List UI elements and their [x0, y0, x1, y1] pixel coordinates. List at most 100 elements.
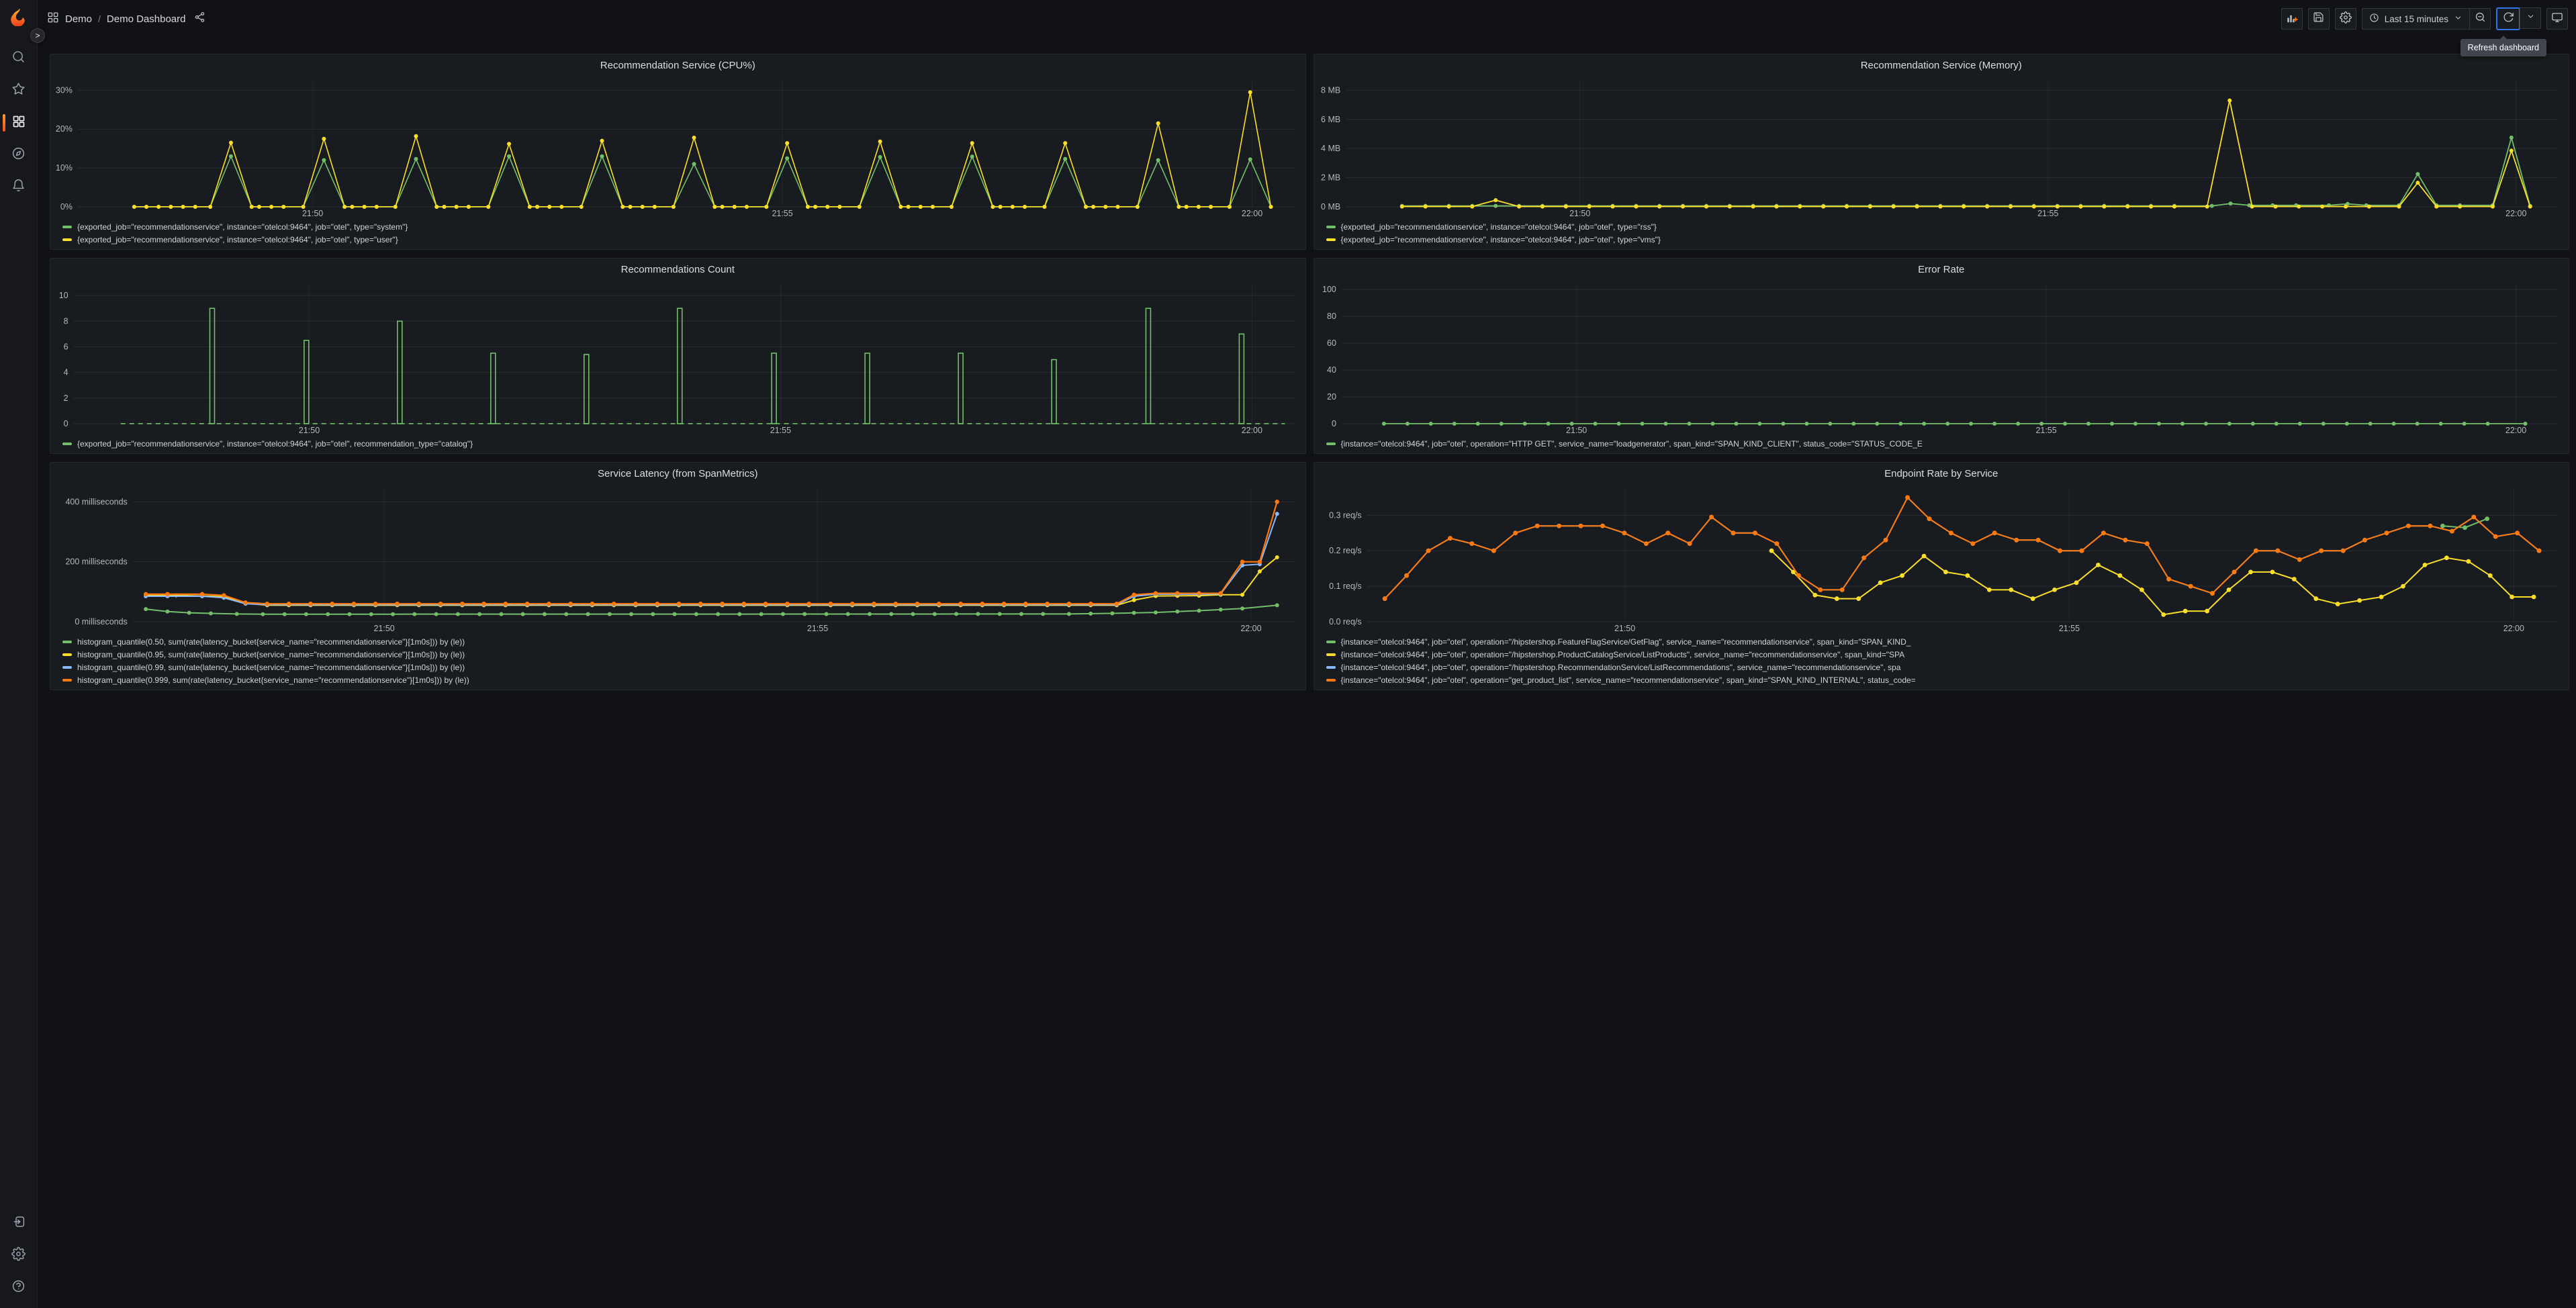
star-icon [11, 82, 26, 99]
sidebar-item-settings[interactable] [0, 1242, 38, 1269]
panel-title[interactable]: Error Rate [1317, 263, 2567, 277]
add-panel-button[interactable] [2281, 8, 2303, 30]
legend-item[interactable]: {exported_job="recommendationservice", i… [1326, 233, 2564, 246]
legend-label: histogram_quantile(0.999, sum(rate(laten… [77, 675, 469, 685]
refresh-controls [2496, 7, 2541, 30]
cycle-view-icon [2551, 11, 2563, 27]
panel-title[interactable]: Endpoint Rate by Service [1317, 467, 2567, 481]
svg-text:0.1 req/s: 0.1 req/s [1329, 581, 1362, 591]
panel-legend: {exported_job="recommendationservice", i… [53, 219, 1303, 247]
sidebar-item-dashboards[interactable] [0, 109, 38, 136]
svg-text:22:00: 22:00 [1240, 624, 1261, 633]
sidebar-item-alerting[interactable] [0, 174, 38, 201]
panel-chart[interactable]: 21:50 21:55 22:00 0 MB 2 MB 4 MB 6 MB 8 MB [1317, 73, 2567, 219]
legend-item[interactable]: {instance="otelcol:9464", job="otel", op… [1326, 648, 2564, 661]
refresh-interval-button[interactable] [2520, 7, 2541, 29]
svg-text:21:55: 21:55 [2058, 624, 2079, 633]
svg-text:20%: 20% [56, 124, 73, 134]
panel-title[interactable]: Recommendation Service (Memory) [1317, 58, 2567, 73]
apps-grid-icon [47, 11, 59, 27]
panel-grid: Recommendation Service (CPU%) 21:50 21:55 2… [50, 54, 2569, 690]
svg-text:21:50: 21:50 [1614, 624, 1635, 633]
breadcrumb-dashboard[interactable]: Demo Dashboard [107, 13, 186, 25]
legend-label: histogram_quantile(0.95, sum(rate(latenc… [77, 649, 465, 659]
svg-text:8: 8 [64, 316, 68, 326]
legend-color-chip [62, 442, 72, 445]
panel-cpu: Recommendation Service (CPU%) 21:50 21:55 2… [50, 54, 1306, 250]
svg-text:8 MB: 8 MB [1321, 85, 1340, 95]
legend-item[interactable]: {exported_job="recommendationservice", i… [62, 437, 1300, 450]
grafana-logo[interactable] [8, 6, 30, 28]
svg-text:0: 0 [64, 419, 68, 428]
svg-text:0.0 req/s: 0.0 req/s [1329, 617, 1362, 626]
sidebar-item-explore[interactable] [0, 142, 38, 169]
legend-label: {instance="otelcol:9464", job="otel", op… [1340, 662, 1901, 672]
legend-color-chip [62, 225, 72, 228]
legend-label: histogram_quantile(0.50, sum(rate(latenc… [77, 637, 465, 647]
panel-chart[interactable]: 21:50 21:55 22:00 0.0 req/s 0.1 req/s 0.2 req… [1317, 481, 2567, 634]
svg-text:22:00: 22:00 [2503, 624, 2524, 633]
clock-icon [2369, 13, 2379, 25]
share-icon[interactable] [194, 11, 205, 26]
panel-chart[interactable]: 21:50 21:55 22:00 0% 10% 20% 30% [53, 73, 1303, 219]
legend-item[interactable]: histogram_quantile(0.99, sum(rate(latenc… [62, 661, 1300, 673]
cycle-view-button[interactable] [2546, 8, 2568, 30]
svg-text:21:55: 21:55 [807, 624, 828, 633]
svg-text:10: 10 [59, 291, 68, 300]
dashboards-icon [12, 115, 26, 132]
time-range-picker[interactable]: Last 15 minutes [2361, 8, 2470, 30]
sidebar-expand-button[interactable]: > [30, 28, 45, 43]
sidebar-item-search[interactable] [0, 45, 38, 72]
svg-text:10%: 10% [56, 163, 73, 173]
svg-text:6 MB: 6 MB [1321, 115, 1340, 124]
panel-title[interactable]: Recommendations Count [53, 263, 1303, 277]
legend-item[interactable]: histogram_quantile(0.50, sum(rate(latenc… [62, 635, 1300, 648]
save-dashboard-icon [2313, 11, 2324, 26]
breadcrumb: Demo / Demo Dashboard [47, 11, 205, 27]
legend-item[interactable]: {instance="otelcol:9464", job="otel", op… [1326, 673, 2564, 686]
legend-item[interactable]: {instance="otelcol:9464", job="otel", op… [1326, 437, 2564, 450]
explore-compass-icon [11, 146, 26, 164]
panel-title[interactable]: Service Latency (from SpanMetrics) [53, 467, 1303, 481]
legend-color-chip [1326, 238, 1336, 241]
svg-text:2: 2 [64, 393, 68, 403]
breadcrumb-separator: / [98, 13, 101, 24]
legend-label: {exported_job="recommendationservice", i… [1340, 234, 1661, 244]
legend-item[interactable]: histogram_quantile(0.999, sum(rate(laten… [62, 673, 1300, 686]
legend-item[interactable]: {instance="otelcol:9464", job="otel", op… [1326, 635, 2564, 648]
legend-color-chip [1326, 225, 1336, 228]
svg-text:21:50: 21:50 [1565, 426, 1586, 435]
save-dashboard-button[interactable] [2307, 8, 2330, 30]
refresh-tooltip: Refresh dashboard [2460, 36, 2546, 56]
sidebar-item-sign-in[interactable] [0, 1210, 38, 1237]
breadcrumb-folder[interactable]: Demo [65, 13, 92, 25]
sidebar-bottom [0, 1210, 38, 1301]
sign-in-icon [11, 1215, 26, 1232]
svg-text:80: 80 [1327, 312, 1336, 321]
sidebar-item-starred[interactable] [0, 77, 38, 104]
dashboard-settings-button[interactable] [2334, 8, 2356, 30]
panel-legend: histogram_quantile(0.50, sum(rate(latenc… [53, 634, 1303, 688]
legend-label: {instance="otelcol:9464", job="otel", op… [1340, 675, 1916, 685]
panel-memory: Recommendation Service (Memory) 21:50 21:5… [1313, 54, 2569, 250]
panel-chart[interactable]: 21:50 21:55 22:00 0 2 4 6 8 10 [53, 277, 1303, 436]
panel-chart[interactable]: 21:50 21:55 22:00 0 20 40 60 80 100 [1317, 277, 2567, 436]
panel-title[interactable]: Recommendation Service (CPU%) [53, 58, 1303, 73]
legend-item[interactable]: histogram_quantile(0.95, sum(rate(latenc… [62, 648, 1300, 661]
legend-item[interactable]: {instance="otelcol:9464", job="otel", op… [1326, 661, 2564, 673]
svg-text:0%: 0% [60, 202, 73, 212]
legend-item[interactable]: {exported_job="recommendationservice", i… [62, 233, 1300, 246]
panel-legend: {instance="otelcol:9464", job="otel", op… [1317, 634, 2567, 688]
svg-text:400 milliseconds: 400 milliseconds [65, 497, 127, 506]
zoom-out-time-button[interactable] [2469, 8, 2491, 30]
help-icon [11, 1279, 26, 1297]
refresh-button[interactable] [2496, 7, 2520, 30]
time-range-label: Last 15 minutes [2384, 13, 2448, 24]
legend-item[interactable]: {exported_job="recommendationservice", i… [1326, 220, 2564, 233]
legend-color-chip [1326, 640, 1336, 643]
legend-item[interactable]: {exported_job="recommendationservice", i… [62, 220, 1300, 233]
panel-chart[interactable]: 21:50 21:55 22:00 0 milliseconds 200 millise… [53, 481, 1303, 634]
sidebar-item-help[interactable] [0, 1274, 38, 1301]
legend-color-chip [1326, 678, 1336, 682]
legend-label: {exported_job="recommendationservice", i… [77, 222, 408, 232]
